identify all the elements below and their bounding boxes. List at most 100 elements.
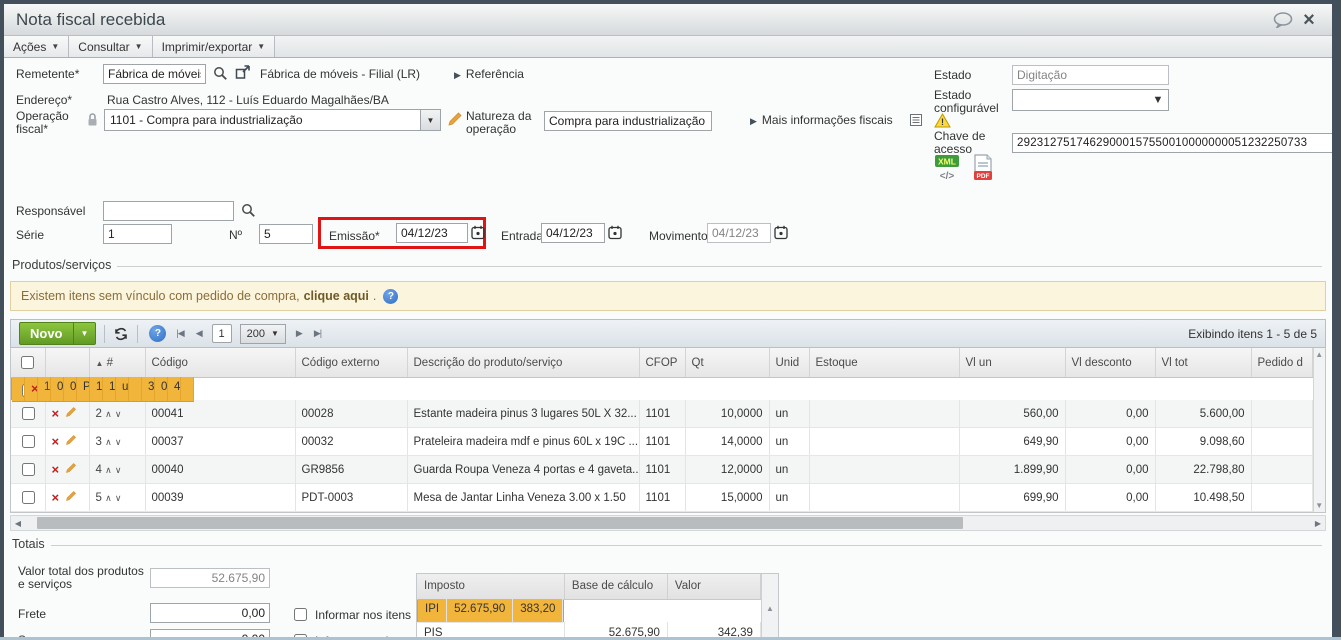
scroll-right-icon[interactable]: ▶ — [1311, 519, 1325, 528]
move-down-icon[interactable]: ∨ — [115, 437, 122, 447]
natureza-input[interactable] — [544, 111, 712, 131]
totais-section-title: Totais — [12, 537, 45, 551]
refresh-icon[interactable] — [113, 326, 129, 342]
prev-page-icon[interactable]: ◀ — [194, 328, 204, 339]
emissao-input[interactable] — [396, 223, 468, 243]
move-down-icon[interactable]: ∨ — [115, 409, 122, 419]
calendar-icon[interactable] — [608, 225, 622, 240]
col-vl-tot[interactable]: Vl tot — [1155, 348, 1252, 378]
referencia-expander[interactable]: ▶ Referência — [454, 67, 524, 81]
products-table: ▲ # Código Código externo Descrição do p… — [11, 348, 1313, 512]
close-icon[interactable]: × — [1296, 10, 1322, 30]
edit-pencil-icon[interactable] — [65, 490, 77, 502]
impostos-scrollbar[interactable]: ▲ — [760, 574, 778, 640]
last-page-icon[interactable]: ▶| — [312, 328, 323, 339]
imposto-row[interactable]: IPI 52.675,90 383,20 — [417, 598, 565, 623]
edit-pencil-icon[interactable] — [65, 434, 77, 446]
edit-pencil-icon[interactable] — [65, 406, 77, 418]
col-codigo[interactable]: Código — [145, 348, 296, 378]
comment-icon[interactable] — [1270, 10, 1296, 30]
menu-consultar[interactable]: Consultar ▼ — [69, 36, 153, 57]
entrada-input[interactable] — [541, 223, 605, 243]
col-unid[interactable]: Unid — [769, 348, 810, 378]
calendar-icon[interactable] — [774, 225, 788, 240]
numero-input[interactable] — [259, 224, 313, 244]
scroll-up-icon[interactable]: ▲ — [1315, 350, 1323, 359]
estado-configuravel-select[interactable]: ▼ — [1012, 89, 1169, 111]
row-checkbox[interactable] — [21, 435, 35, 448]
menu-imprimir-exportar[interactable]: Imprimir/exportar ▼ — [152, 36, 276, 57]
search-icon[interactable] — [241, 203, 256, 218]
chave-acesso-input[interactable] — [1012, 133, 1332, 153]
move-up-icon[interactable]: ∧ — [105, 409, 112, 419]
help-icon[interactable]: ? — [149, 325, 167, 342]
mais-informacoes-expander[interactable]: ▶ Mais informações fiscais — [750, 113, 893, 127]
delete-row-icon[interactable]: × — [31, 381, 37, 396]
horizontal-scrollbar[interactable]: ◀ ▶ — [10, 515, 1326, 531]
page-number[interactable]: 1 — [211, 324, 232, 343]
page-size-select[interactable]: 200 ▼ — [239, 323, 286, 344]
xml-file-icon[interactable]: XML </> — [934, 154, 962, 182]
title-bar: Nota fiscal recebida × — [4, 4, 1332, 36]
delete-row-icon[interactable]: × — [52, 490, 60, 505]
menu-acoes[interactable]: Ações ▼ — [4, 36, 70, 57]
next-page-icon[interactable]: ▶ — [294, 328, 304, 339]
move-up-icon[interactable]: ∧ — [105, 493, 112, 503]
col-vl-desconto[interactable]: Vl desconto — [1065, 348, 1156, 378]
scroll-left-icon[interactable]: ◀ — [11, 519, 25, 528]
delete-row-icon[interactable]: × — [52, 406, 60, 421]
help-icon[interactable]: ? — [383, 288, 399, 304]
edit-pencil-icon[interactable] — [447, 111, 463, 127]
svg-text:XML: XML — [938, 157, 956, 167]
scrollbar-thumb[interactable] — [37, 517, 963, 529]
responsavel-input[interactable] — [103, 201, 234, 221]
novo-button[interactable]: Novo ▼ — [19, 322, 97, 345]
move-up-icon[interactable]: ∧ — [105, 437, 112, 447]
operacao-fiscal-select[interactable]: 1101 - Compra para industrialização ▼ — [104, 109, 441, 131]
notes-icon[interactable] — [910, 114, 922, 126]
external-link-icon[interactable] — [235, 65, 251, 80]
page-title: Nota fiscal recebida — [16, 9, 166, 29]
col-pedido[interactable]: Pedido d — [1251, 348, 1313, 378]
scroll-up-icon[interactable]: ▲ — [766, 604, 774, 614]
move-up-icon[interactable]: ∧ — [105, 465, 112, 475]
col-codigo-externo[interactable]: Código externo — [295, 348, 408, 378]
frete-informar-checkbox[interactable] — [294, 608, 307, 621]
warning-link[interactable]: clique aqui — [304, 289, 369, 303]
select-all-checkbox[interactable] — [21, 356, 34, 369]
edit-pencil-icon[interactable] — [65, 462, 77, 474]
col-cfop[interactable]: CFOP — [639, 348, 686, 378]
calendar-icon[interactable] — [471, 225, 485, 240]
sort-asc-icon[interactable]: ▲ — [96, 359, 104, 368]
table-row[interactable]: × 5 ∧ ∨ 00039 PDT-0003 Mesa de Jantar Li… — [11, 483, 1313, 512]
move-down-icon[interactable]: ∨ — [115, 465, 122, 475]
row-checkbox[interactable] — [21, 463, 35, 476]
first-page-icon[interactable]: |◀ — [174, 328, 185, 339]
col-estoque[interactable]: Estoque — [809, 348, 960, 378]
svg-text:!: ! — [941, 117, 944, 127]
chevron-down-icon: ▼ — [257, 42, 266, 51]
frete-informar-checkbox-row: Informar nos itens — [290, 605, 411, 624]
frete-input[interactable] — [150, 603, 270, 623]
estado-input — [1012, 65, 1169, 85]
vertical-scrollbar[interactable]: ▲ ▼ — [1312, 348, 1325, 512]
col-vl-un[interactable]: Vl un — [959, 348, 1066, 378]
movimento-label: Movimento — [649, 229, 708, 243]
scroll-down-icon[interactable]: ▼ — [1315, 501, 1323, 510]
table-row[interactable]: × 3 ∧ ∨ 00037 00032 Prateleira madeira m… — [11, 427, 1313, 456]
delete-row-icon[interactable]: × — [52, 462, 60, 477]
remetente-input[interactable] — [103, 64, 206, 84]
table-row[interactable]: × 1 ∧ ∨ 00038 00015 Painel de fibra de m… — [11, 376, 194, 402]
col-qt[interactable]: Qt — [685, 348, 770, 378]
serie-input[interactable] — [103, 224, 172, 244]
pdf-file-icon[interactable]: PDF — [972, 154, 994, 182]
table-row[interactable]: × 2 ∧ ∨ 00041 00028 Estante madeira pinu… — [11, 400, 1313, 428]
search-icon[interactable] — [213, 66, 228, 81]
row-checkbox[interactable] — [21, 407, 35, 420]
divider — [50, 544, 1322, 546]
move-down-icon[interactable]: ∨ — [115, 493, 122, 503]
row-checkbox[interactable] — [21, 491, 35, 504]
col-descricao[interactable]: Descrição do produto/serviço — [407, 348, 640, 378]
table-row[interactable]: × 4 ∧ ∨ 00040 GR9856 Guarda Roupa Veneza… — [11, 455, 1313, 484]
delete-row-icon[interactable]: × — [52, 434, 60, 449]
